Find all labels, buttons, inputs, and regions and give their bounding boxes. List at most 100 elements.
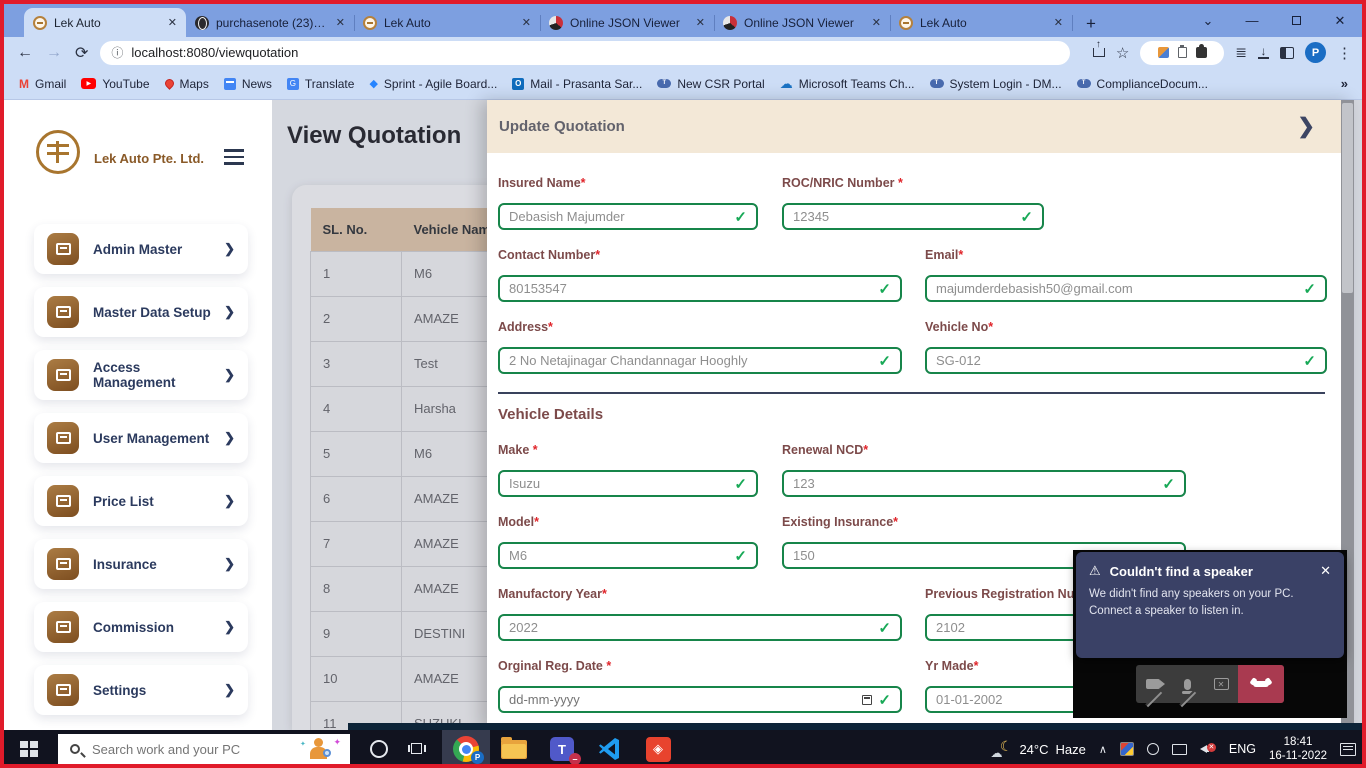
- tab-close-icon[interactable]: ✕: [696, 16, 705, 29]
- tab-close-icon[interactable]: ✕: [1054, 16, 1063, 29]
- file-explorer-icon: [501, 740, 527, 759]
- collapse-chevron-icon[interactable]: ❯: [1297, 114, 1315, 139]
- notification-close-icon[interactable]: ✕: [1320, 563, 1331, 579]
- maximize-button[interactable]: [1274, 13, 1318, 28]
- cortana-icon[interactable]: [370, 740, 388, 758]
- reading-list-icon[interactable]: ≣: [1235, 44, 1247, 61]
- bookmark-gmail[interactable]: MGmail: [19, 77, 66, 91]
- action-center-icon[interactable]: [1340, 743, 1356, 756]
- email-input[interactable]: [936, 281, 1297, 296]
- weather-widget[interactable]: ☾☁ 24°C Haze: [990, 740, 1085, 758]
- manufactory-year-input[interactable]: [509, 620, 872, 635]
- tab-lek-auto-3[interactable]: Lek Auto ✕: [890, 8, 1072, 37]
- back-icon[interactable]: ←: [17, 44, 33, 62]
- sidebar-item-user-management[interactable]: User Management ❯: [34, 413, 248, 463]
- taskbar-vscode[interactable]: [586, 730, 634, 768]
- model-field: Model* ✓: [498, 515, 758, 569]
- extensions-puzzle-icon[interactable]: [1196, 47, 1207, 58]
- speaker-muted-icon[interactable]: ✕: [1200, 743, 1216, 755]
- new-tab-button[interactable]: +: [1078, 11, 1104, 37]
- bookmark-news[interactable]: News: [224, 77, 272, 91]
- tab-search-icon[interactable]: ⌄: [1186, 13, 1230, 29]
- renewal-ncd-input[interactable]: [793, 476, 1156, 491]
- sidebar-item-access-management[interactable]: Access Management ❯: [34, 350, 248, 400]
- tab-json-viewer-2[interactable]: Online JSON Viewer ✕: [714, 8, 890, 37]
- tab-close-icon[interactable]: ✕: [168, 16, 177, 29]
- contact-number-input[interactable]: [509, 281, 872, 296]
- field-label: Renewal NCD*: [782, 443, 1186, 457]
- taskbar-clock[interactable]: 18:41 16-11-2022: [1269, 735, 1327, 764]
- check-icon: ✓: [734, 475, 747, 493]
- reload-icon[interactable]: ⟳: [75, 43, 88, 63]
- sidebar-item-settings[interactable]: Settings ❯: [34, 665, 248, 715]
- profile-avatar[interactable]: P: [1305, 42, 1326, 63]
- tray-app-icon[interactable]: [1120, 742, 1134, 756]
- taskbar-teams[interactable]: T –: [538, 730, 586, 768]
- bookmark-compliance[interactable]: TComplianceDocum...: [1077, 77, 1208, 91]
- insured-name-input[interactable]: [509, 209, 728, 224]
- tab-lek-auto-2[interactable]: Lek Auto ✕: [354, 8, 540, 37]
- site-info-icon[interactable]: ⓘ: [111, 44, 123, 61]
- clipboard-extension-icon[interactable]: [1178, 47, 1187, 58]
- bookmark-teams[interactable]: ☁Microsoft Teams Ch...: [780, 76, 915, 92]
- call-control-bar: ✕: [1136, 665, 1284, 703]
- sidebar-item-admin-master[interactable]: Admin Master ❯: [34, 224, 248, 274]
- task-view-icon[interactable]: [408, 742, 426, 756]
- taskbar-file-explorer[interactable]: [490, 730, 538, 768]
- address-input[interactable]: [509, 353, 872, 368]
- sidebar-item-commission[interactable]: Commission ❯: [34, 602, 248, 652]
- downloads-icon[interactable]: ↓: [1258, 46, 1269, 59]
- screenshot-extension-icon[interactable]: [1158, 47, 1169, 58]
- drawer-header: Update Quotation ❯: [487, 100, 1341, 153]
- tray-ring-icon[interactable]: [1147, 743, 1159, 755]
- bookmark-system-login[interactable]: TSystem Login - DM...: [930, 77, 1062, 91]
- bookmark-sprint[interactable]: ◆Sprint - Agile Board...: [369, 77, 497, 91]
- start-button[interactable]: [0, 741, 58, 757]
- archive-box-icon: [47, 674, 79, 706]
- calendar-icon[interactable]: [862, 695, 872, 705]
- share-icon[interactable]: [1093, 48, 1105, 57]
- language-indicator[interactable]: ENG: [1229, 742, 1256, 756]
- tray-expand-icon[interactable]: ∧: [1099, 743, 1107, 756]
- lek-auto-favicon: [33, 16, 47, 30]
- roc-nric-input[interactable]: [793, 209, 1014, 224]
- taskbar-chrome[interactable]: P: [442, 730, 490, 768]
- close-window-button[interactable]: ✕: [1318, 13, 1362, 29]
- stop-sharing-button[interactable]: ✕: [1204, 678, 1238, 690]
- bookmark-maps[interactable]: Maps: [165, 77, 209, 91]
- sidebar-item-price-list[interactable]: Price List ❯: [34, 476, 248, 526]
- bookmark-csr-portal[interactable]: TNew CSR Portal: [657, 77, 764, 91]
- bookmarks-overflow-icon[interactable]: »: [1341, 76, 1348, 91]
- make-input[interactable]: [509, 476, 728, 491]
- mic-off-button[interactable]: [1170, 679, 1204, 690]
- orginal-reg-date-input[interactable]: [509, 692, 856, 707]
- bookmark-translate[interactable]: GTranslate: [287, 77, 355, 91]
- bookmark-star-icon[interactable]: ☆: [1116, 44, 1129, 62]
- hang-up-button[interactable]: [1238, 665, 1284, 703]
- vehicle-no-input[interactable]: [936, 353, 1297, 368]
- bookmark-mail[interactable]: OMail - Prasanta Sar...: [512, 77, 642, 91]
- sidebar-item-master-data-setup[interactable]: Master Data Setup ❯: [34, 287, 248, 337]
- model-input[interactable]: [509, 548, 728, 563]
- forward-icon[interactable]: →: [46, 44, 62, 62]
- tab-close-icon[interactable]: ✕: [872, 16, 881, 29]
- extensions-pill: [1140, 41, 1224, 65]
- tab-lek-auto-1[interactable]: Lek Auto ✕: [24, 8, 186, 37]
- taskbar-search-box[interactable]: ✦✦: [58, 734, 350, 764]
- bookmark-youtube[interactable]: ▶YouTube: [81, 77, 149, 91]
- scrollbar-thumb[interactable]: [1342, 103, 1353, 293]
- tab-close-icon[interactable]: ✕: [522, 16, 531, 29]
- network-display-icon[interactable]: [1172, 744, 1187, 755]
- tab-purchasenote-pdf[interactable]: purchasenote (23).pdf ✕: [186, 8, 354, 37]
- tab-close-icon[interactable]: ✕: [336, 16, 345, 29]
- taskbar-red-app[interactable]: ◈: [634, 730, 682, 768]
- camera-off-button[interactable]: [1136, 679, 1170, 689]
- sidebar-item-insurance[interactable]: Insurance ❯: [34, 539, 248, 589]
- hamburger-menu-icon[interactable]: [224, 149, 244, 165]
- tab-json-viewer-1[interactable]: Online JSON Viewer ✕: [540, 8, 714, 37]
- browser-menu-icon[interactable]: ⋮: [1337, 44, 1352, 62]
- side-panel-icon[interactable]: [1280, 47, 1294, 59]
- search-input[interactable]: [92, 742, 298, 757]
- minimize-button[interactable]: —: [1230, 13, 1274, 28]
- address-bar[interactable]: ⓘ localhost:8080/viewquotation: [100, 41, 1069, 65]
